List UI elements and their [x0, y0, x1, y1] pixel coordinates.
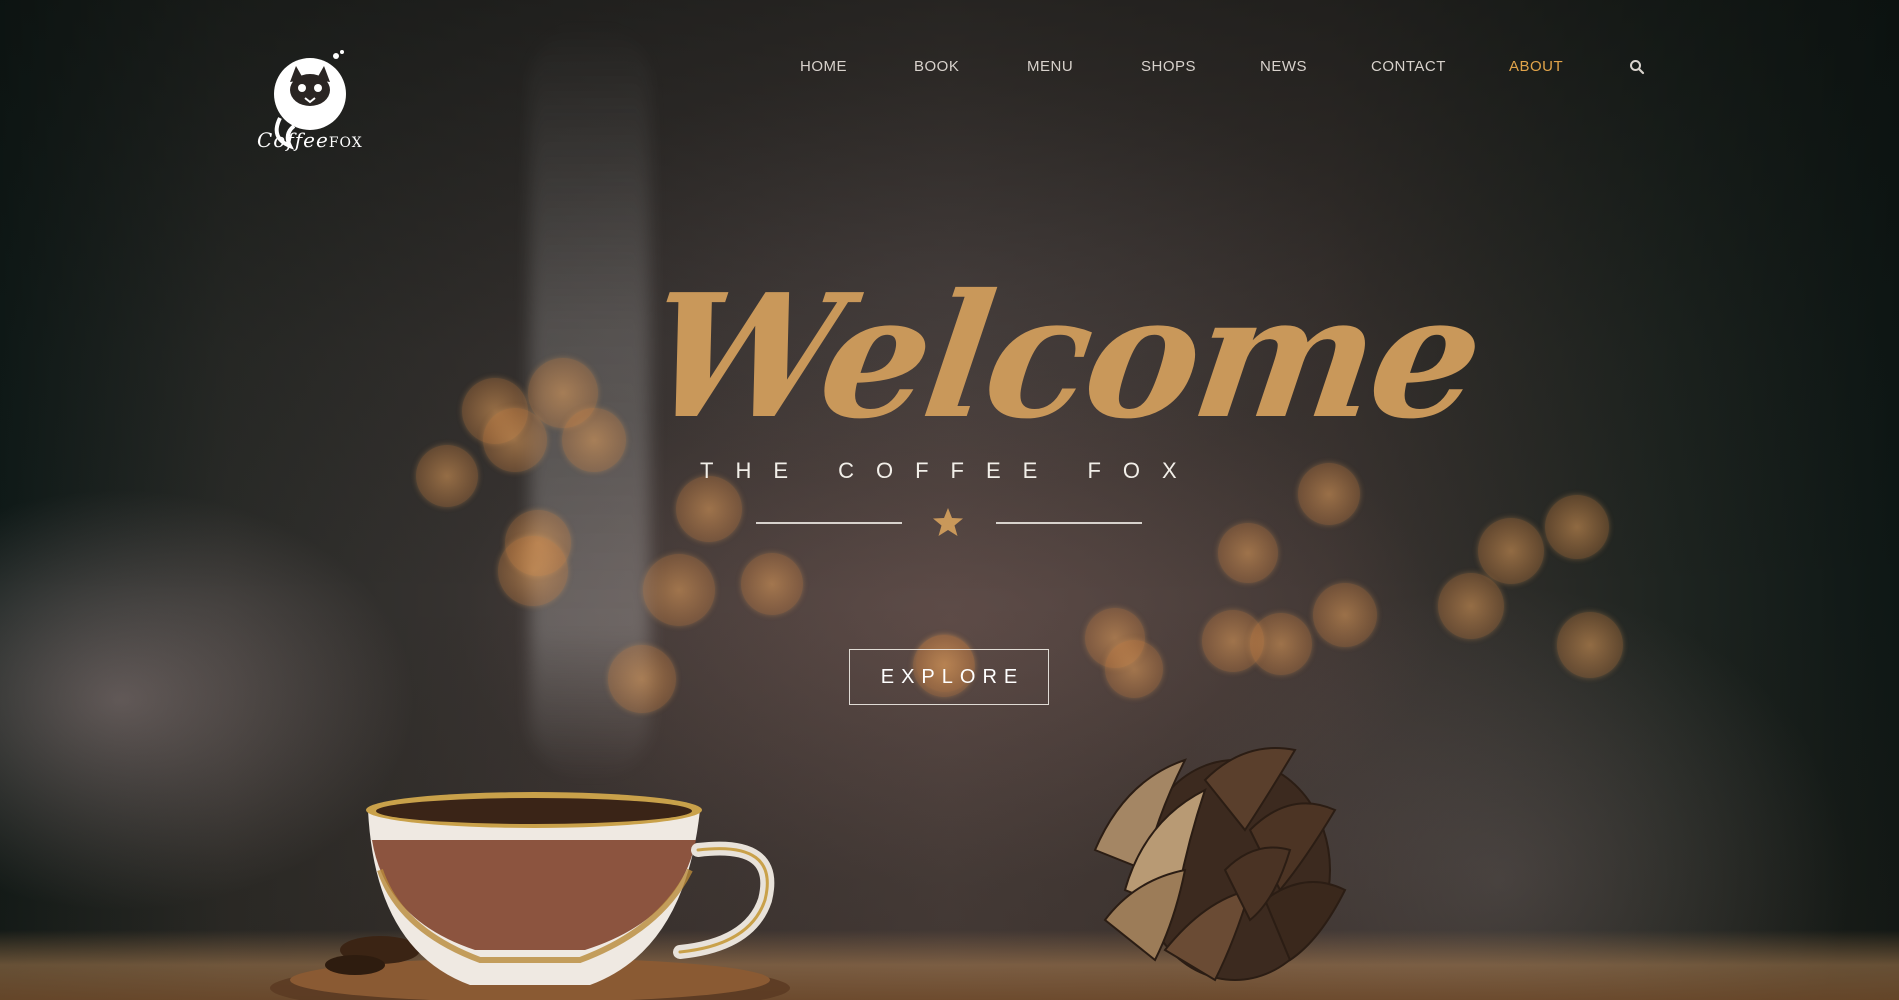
bokeh-light	[741, 553, 803, 615]
welcome-headline-wrap: Welcome	[636, 257, 1491, 482]
logo-text: CoffeeFOX	[257, 128, 363, 152]
bokeh-light	[1557, 612, 1623, 678]
bokeh-light	[676, 476, 742, 542]
star-icon	[933, 508, 963, 536]
bokeh-light	[1250, 613, 1312, 675]
bokeh-light	[1478, 518, 1544, 584]
bokeh-light	[1298, 463, 1360, 525]
nav-home[interactable]: HOME	[800, 58, 847, 75]
coffee-cup-image	[270, 792, 790, 1000]
logo-suffix-text: FOX	[328, 135, 363, 151]
bokeh-light	[483, 408, 547, 472]
nav-news[interactable]: NEWS	[1260, 58, 1307, 75]
welcome-headline: Welcome	[635, 257, 1491, 457]
explore-button[interactable]: EXPLORE	[849, 649, 1049, 705]
hero-subtitle: THE COFFEE FOX	[700, 458, 1199, 483]
pinecone-image	[1093, 747, 1347, 982]
bokeh-light	[1545, 495, 1609, 559]
divider-line-right	[996, 522, 1142, 524]
nav-menu[interactable]: MENU	[1027, 58, 1073, 75]
search-icon[interactable]	[1629, 59, 1645, 75]
bokeh-light	[608, 645, 676, 713]
bokeh-light	[1438, 573, 1504, 639]
nav-about[interactable]: ABOUT	[1509, 58, 1563, 75]
bokeh-light	[562, 408, 626, 472]
bokeh-light	[416, 445, 478, 507]
nav-book[interactable]: BOOK	[914, 58, 959, 75]
logo-main-text: Coffee	[257, 128, 329, 152]
bokeh-light	[498, 536, 568, 606]
bokeh-light	[643, 554, 715, 626]
bokeh-light	[1218, 523, 1278, 583]
bokeh-light	[1105, 640, 1163, 698]
divider-line-left	[756, 522, 902, 524]
bokeh-light	[1313, 583, 1377, 647]
nav-shops[interactable]: SHOPS	[1141, 58, 1196, 75]
nav-contact[interactable]: CONTACT	[1371, 58, 1446, 75]
